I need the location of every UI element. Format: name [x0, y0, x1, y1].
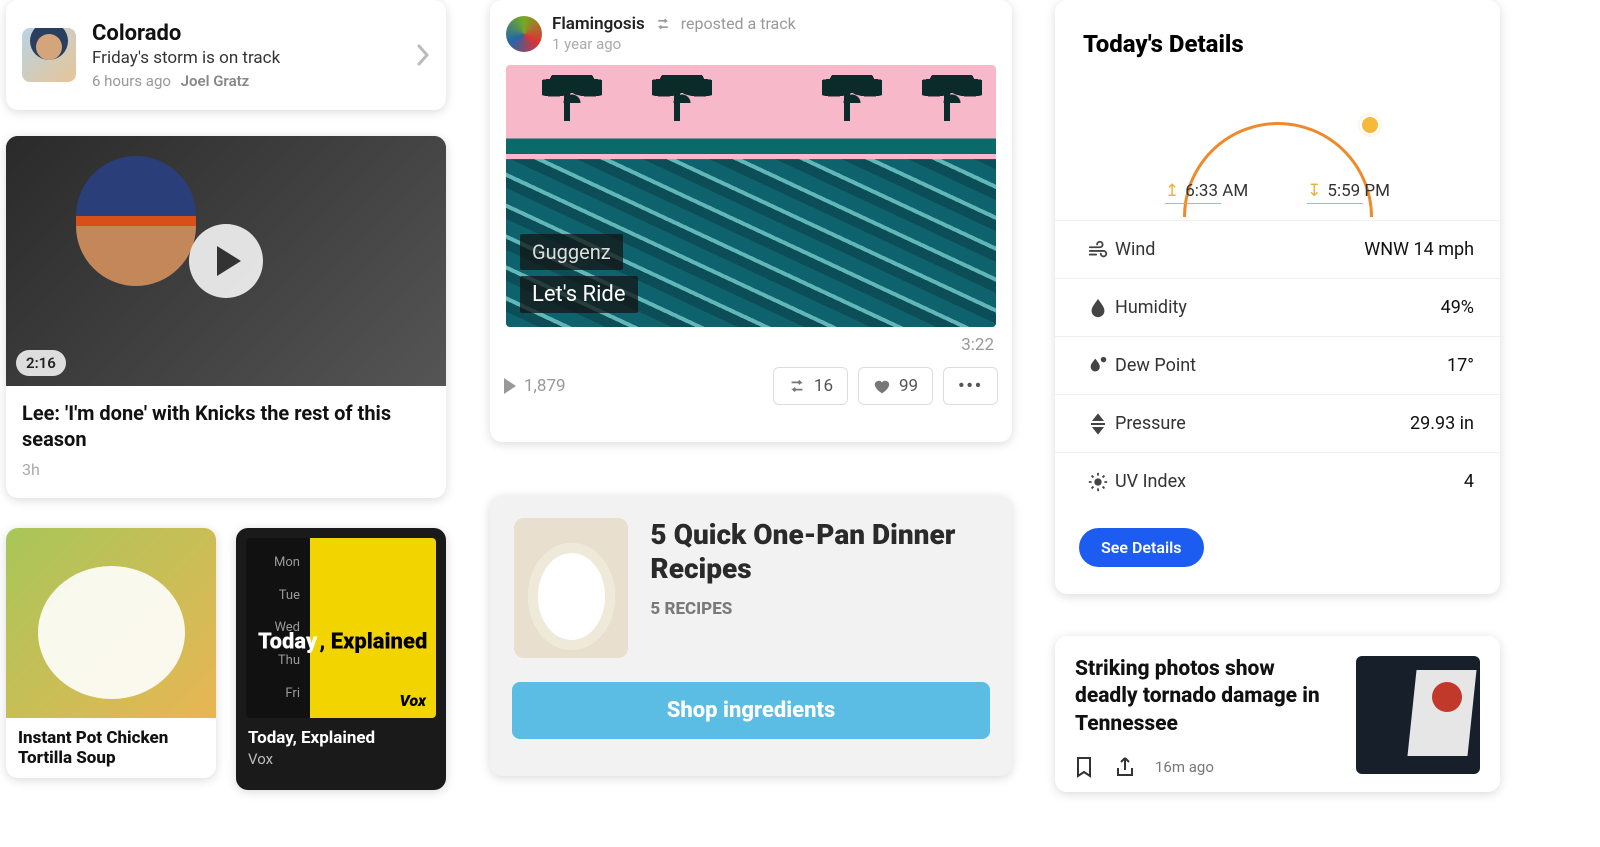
podcast-card[interactable]: Mon Tue Wed Thu Fri Today , Explained Vo… — [236, 528, 446, 790]
recipes-card: 5 Quick One-Pan Dinner Recipes 5 RECIPES… — [490, 496, 1012, 776]
user-avatar[interactable] — [506, 16, 542, 52]
recipes-image — [514, 518, 628, 658]
see-details-button[interactable]: See Details — [1079, 528, 1204, 567]
track-user[interactable]: Flamingosis — [552, 14, 645, 34]
tornado-image — [1356, 656, 1480, 774]
track-cover[interactable]: Guggenz Let's Ride — [506, 65, 996, 327]
play-icon[interactable] — [189, 224, 263, 298]
weather-title: Today's Details — [1055, 0, 1500, 64]
author-avatar — [22, 28, 76, 82]
weather-details-card: Today's Details 6:33 AM 5:59 PM Wind WNW… — [1055, 0, 1500, 594]
play-count-icon — [504, 378, 516, 394]
weather-row-humidity: Humidity 49% — [1055, 278, 1500, 336]
sunrise-time: 6:33 AM — [1165, 181, 1248, 204]
video-duration: 2:16 — [16, 350, 66, 376]
track-action: reposted a track — [681, 14, 796, 33]
video-card[interactable]: 2:16 Lee: 'I'm done' with Knicks the res… — [6, 136, 446, 498]
pressure-icon — [1081, 413, 1115, 435]
repost-button[interactable]: 16 — [773, 367, 848, 405]
tornado-time: 16m ago — [1155, 758, 1214, 776]
recipes-count: 5 RECIPES — [650, 599, 988, 619]
podcast-title: Today, Explained — [248, 728, 434, 748]
track-duration: 3:22 — [490, 329, 1012, 361]
weather-row-wind: Wind WNW 14 mph — [1055, 220, 1500, 278]
uv-icon — [1081, 471, 1115, 493]
recipes-title: 5 Quick One-Pan Dinner Recipes — [650, 518, 988, 585]
colorado-time: 6 hours ago — [92, 72, 171, 90]
podcast-logo-explained: , Explained — [317, 630, 427, 655]
video-thumbnail[interactable]: 2:16 — [6, 136, 446, 386]
recipe-soup-card[interactable]: Instant Pot Chicken Tortilla Soup — [6, 528, 216, 778]
like-button[interactable]: 99 — [858, 367, 933, 405]
vox-logo: Vox — [400, 691, 426, 710]
share-icon[interactable] — [1115, 756, 1135, 778]
shop-ingredients-button[interactable]: Shop ingredients — [512, 682, 990, 739]
podcast-days: Mon Tue Wed Thu Fri — [246, 538, 310, 718]
weather-row-dewpoint: Dew Point 17° — [1055, 336, 1500, 394]
colorado-subtitle: Friday's storm is on track — [92, 48, 416, 68]
track-artist: Guggenz — [520, 234, 623, 270]
wind-icon — [1081, 239, 1115, 261]
video-headline: Lee: 'I'm done' with Knicks the rest of … — [22, 400, 430, 452]
track-card: Flamingosis reposted a track 1 year ago … — [490, 0, 1012, 442]
humidity-icon — [1081, 297, 1115, 319]
track-title: Let's Ride — [520, 276, 638, 313]
bookmark-icon[interactable] — [1075, 756, 1095, 778]
podcast-source: Vox — [248, 750, 434, 768]
repost-icon — [655, 14, 675, 33]
dewpoint-icon — [1081, 355, 1115, 377]
colorado-author: Joel Gratz — [181, 72, 250, 90]
track-when: 1 year ago — [552, 35, 796, 53]
video-time: 3h — [22, 460, 430, 479]
recipe-soup-image — [6, 528, 216, 718]
track-plays: 1,879 — [504, 376, 566, 396]
tornado-headline: Striking photos show deadly tornado dama… — [1075, 656, 1340, 738]
podcast-cover: Mon Tue Wed Thu Fri Today , Explained Vo… — [246, 538, 436, 718]
colorado-meta: 6 hours ago Joel Gratz — [92, 72, 416, 90]
weather-row-uvindex: UV Index 4 — [1055, 452, 1500, 510]
sun-arc: 6:33 AM 5:59 PM — [1055, 64, 1500, 204]
podcast-logo-today: Today — [254, 630, 317, 655]
colorado-title: Colorado — [92, 21, 416, 46]
colorado-card[interactable]: Colorado Friday's storm is on track 6 ho… — [6, 0, 446, 110]
tornado-article-card[interactable]: Striking photos show deadly tornado dama… — [1055, 636, 1500, 792]
more-button[interactable]: ••• — [943, 367, 998, 405]
sunset-time: 5:59 PM — [1307, 181, 1390, 204]
weather-row-pressure: Pressure 29.93 in — [1055, 394, 1500, 452]
recipe-soup-title: Instant Pot Chicken Tortilla Soup — [6, 718, 216, 778]
chevron-right-icon — [416, 44, 430, 66]
